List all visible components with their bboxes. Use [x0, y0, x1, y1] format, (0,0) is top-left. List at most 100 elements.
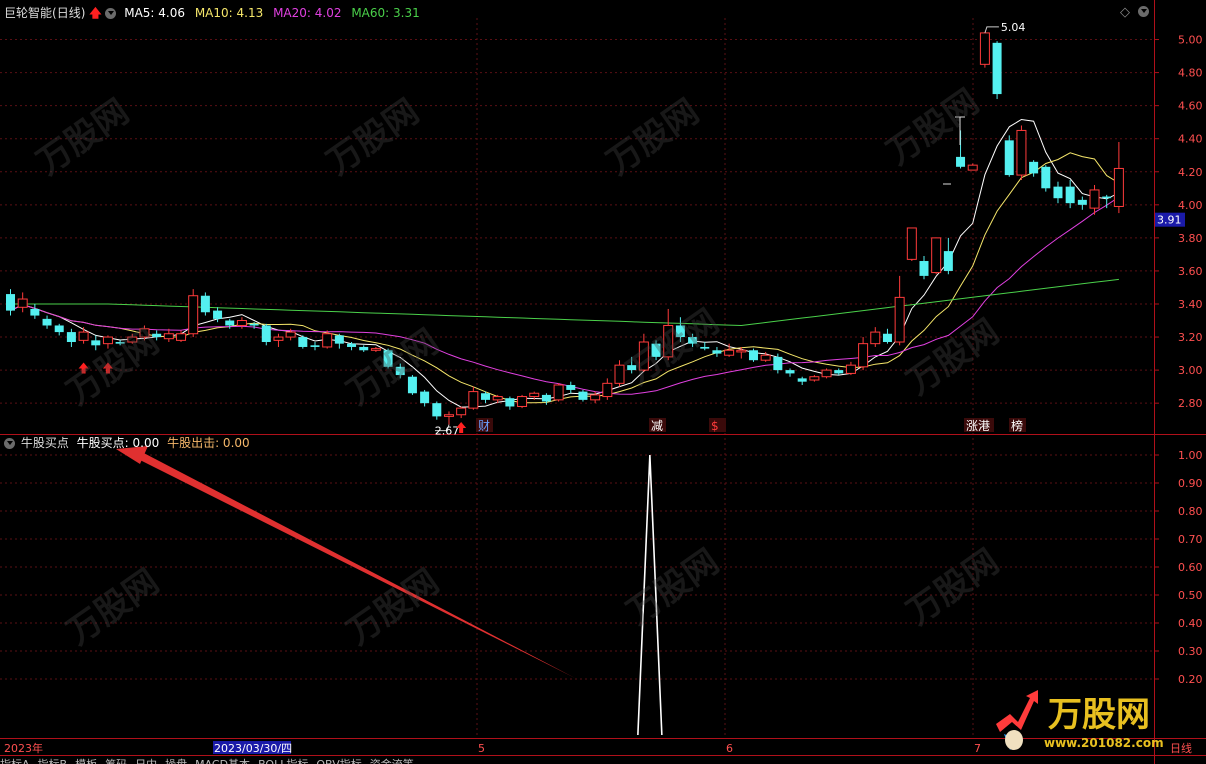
candle	[163, 328, 174, 343]
bottom-tab[interactable]: MACD基本	[195, 758, 250, 764]
ma10-line	[10, 152, 1120, 404]
candle-body	[943, 251, 953, 271]
candle-body	[675, 325, 685, 338]
bottom-tab[interactable]: OBV指标	[316, 758, 361, 764]
indicator-title-bar: 牛股买点 牛股买点: 0.00 牛股出击: 0.00	[4, 435, 250, 451]
indicator-name[interactable]: 牛股买点	[21, 436, 69, 450]
candle	[54, 323, 64, 336]
dropdown-icon[interactable]	[4, 438, 15, 449]
candle-body	[139, 328, 150, 338]
candle	[638, 333, 649, 372]
event-tag-label: 涨港	[966, 418, 990, 433]
candle	[102, 335, 113, 349]
candle	[553, 383, 564, 402]
bottom-tab[interactable]: 指标A	[0, 758, 30, 764]
candle-body	[420, 391, 430, 404]
date-label: 2023/03/30/四	[214, 742, 292, 755]
event-tag-label: $	[711, 419, 719, 433]
stock-name[interactable]: 巨轮智能	[4, 6, 52, 20]
candle-body	[66, 332, 76, 343]
indicator-tick-label: 0.40	[1178, 617, 1203, 630]
candle	[481, 391, 491, 404]
candle	[370, 346, 381, 352]
candle-body	[858, 343, 869, 368]
price-tick-label: 4.00	[1178, 199, 1203, 212]
candle	[1102, 194, 1112, 209]
candle-body	[334, 335, 344, 344]
bottom-tab[interactable]: 筹码	[105, 758, 127, 764]
candle	[383, 348, 393, 369]
bottom-tab[interactable]: 操盘	[165, 758, 187, 764]
chart-title-bar: 巨轮智能(日线) 🡅 MA5: 4.06 MA10: 4.13 MA20: 4.…	[4, 5, 420, 21]
candle-body	[748, 350, 758, 361]
ma60-line	[10, 278, 1119, 327]
dropdown-icon[interactable]	[105, 8, 117, 19]
window-controls: ◇	[1120, 5, 1150, 21]
candle	[298, 335, 308, 349]
bottom-tab[interactable]: 模板	[75, 758, 97, 764]
candle-body	[407, 376, 417, 394]
bottom-tab[interactable]: 日内	[135, 758, 157, 764]
candle-body	[78, 331, 89, 341]
settings-icon[interactable]	[1138, 6, 1150, 17]
candle-body	[359, 346, 369, 351]
kline-chart: 5.00 4.80 4.60 4.40 4.20 4.00 3.80 3.60 3.40 3.20…	[0, 0, 1206, 764]
candle-body	[553, 384, 564, 401]
candle-body	[395, 366, 405, 376]
candle	[456, 406, 467, 419]
candle	[1004, 135, 1014, 177]
candles-group	[6, 32, 1124, 425]
candle	[700, 342, 710, 351]
candle	[42, 315, 52, 329]
brand-logo: 万股网 www.201082.com	[988, 684, 1198, 754]
indicator-tick-label: 0.50	[1178, 589, 1203, 602]
event-tag: 榜	[1009, 418, 1026, 433]
candle	[834, 368, 844, 376]
candle-body	[724, 349, 735, 356]
bottom-tab[interactable]: 资金流等	[370, 758, 414, 764]
candle	[273, 333, 284, 347]
candle-body	[30, 308, 40, 316]
candle-body	[541, 394, 551, 402]
candle	[505, 396, 515, 410]
date-label: 5	[478, 742, 485, 755]
indicator-tick-label: 0.80	[1178, 505, 1203, 518]
buy-point-value: 牛股买点: 0.00	[76, 436, 160, 450]
candle	[127, 333, 138, 344]
candle	[310, 342, 320, 351]
candle	[1016, 125, 1027, 181]
candle-body	[176, 333, 187, 341]
candle-body	[249, 323, 259, 326]
candle	[359, 345, 369, 352]
bottom-tab[interactable]: BOLL指标	[258, 758, 308, 764]
candle-body	[663, 324, 674, 358]
candle-body	[1102, 196, 1112, 199]
candle	[6, 289, 15, 316]
diamond-icon[interactable]: ◇	[1120, 5, 1130, 20]
candle	[931, 237, 942, 275]
candle	[420, 389, 430, 407]
candle-body	[931, 237, 942, 274]
candle	[1113, 142, 1124, 214]
candle-body	[298, 337, 308, 347]
candle-body	[443, 414, 454, 417]
candle-body	[54, 325, 64, 333]
period-label[interactable]: (日线)	[52, 6, 85, 20]
bottom-tab[interactable]: 指标B	[38, 758, 68, 764]
candle	[152, 330, 162, 341]
ma60-label: MA60: 3.31	[351, 6, 420, 20]
indicator-tick-label: 0.60	[1178, 561, 1203, 574]
event-tag: 涨港	[964, 418, 994, 433]
candle	[675, 317, 685, 343]
candle	[200, 292, 210, 316]
price-tick-label: 2.80	[1178, 397, 1203, 410]
candle-body	[1077, 199, 1087, 205]
ma20-line	[10, 196, 1120, 395]
candle-body	[845, 364, 856, 374]
price-tick-label: 3.80	[1178, 232, 1203, 245]
indicator-axis: 1.000.900.800.700.600.500.400.300.20	[1154, 449, 1203, 686]
candle-body	[1053, 186, 1063, 199]
candle-body	[505, 398, 515, 407]
candle-body	[566, 384, 576, 390]
candle-body	[700, 346, 710, 349]
